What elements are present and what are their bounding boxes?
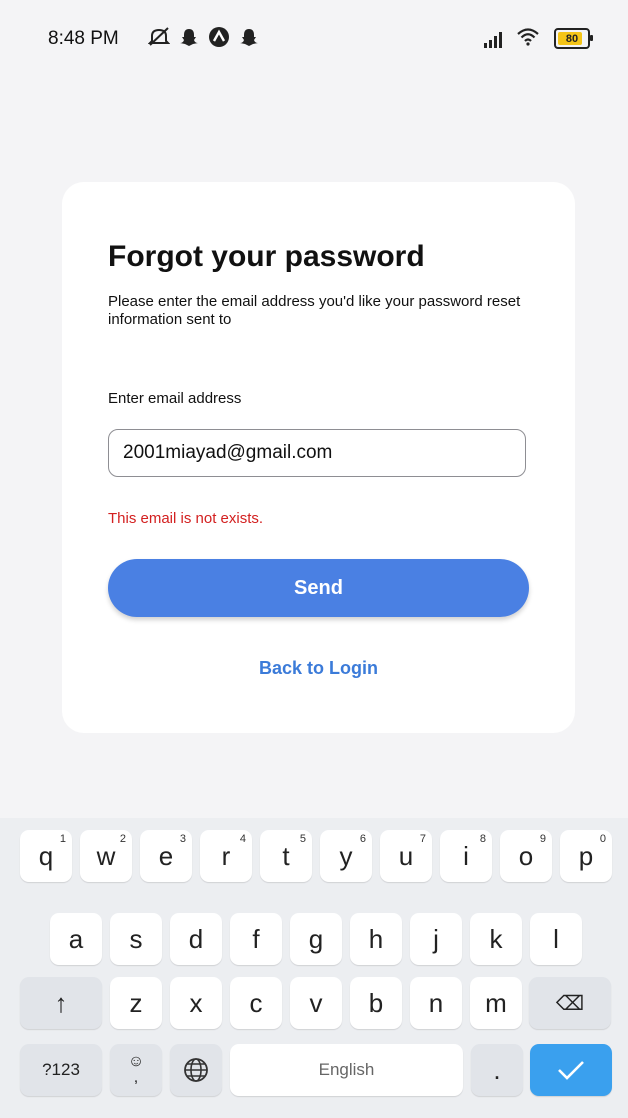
forgot-password-card: Forgot your password Please enter the em… <box>62 182 575 733</box>
status-bar: 8:48 PM 80 <box>0 0 628 80</box>
snapchat-icon <box>178 26 200 48</box>
key-r[interactable]: r4 <box>200 830 252 882</box>
key-k[interactable]: k <box>470 913 522 965</box>
key-label: i <box>463 840 469 871</box>
key-h[interactable]: h <box>350 913 402 965</box>
battery-level: 80 <box>565 32 579 45</box>
key-c[interactable]: c <box>230 977 282 1029</box>
emoji-icon: ☺ <box>127 1053 145 1070</box>
key-p[interactable]: p0 <box>560 830 612 882</box>
key-f[interactable]: f <box>230 913 282 965</box>
key-t[interactable]: t5 <box>260 830 312 882</box>
key-number-hint: 0 <box>599 833 606 845</box>
key-number-hint: 9 <box>539 833 546 845</box>
key-label: r <box>221 840 231 871</box>
space-key[interactable]: English <box>230 1044 463 1096</box>
battery-icon: 80 <box>554 28 593 49</box>
system-icons: 80 <box>484 26 593 51</box>
key-number-hint: 3 <box>179 833 186 845</box>
back-to-login-link[interactable]: Back to Login <box>62 658 575 679</box>
symbols-key[interactable]: ?123 <box>20 1044 102 1096</box>
key-g[interactable]: g <box>290 913 342 965</box>
keyboard-row-1: q1w2e3r4t5y6u7i8o9p0 <box>0 830 628 882</box>
key-number-hint: 2 <box>119 833 126 845</box>
key-x[interactable]: x <box>170 977 222 1029</box>
page-title: Forgot your password <box>108 240 425 273</box>
error-message: This email is not exists. <box>108 510 264 527</box>
key-number-hint: 1 <box>59 833 66 845</box>
key-number-hint: 6 <box>359 833 366 845</box>
expo-icon <box>208 26 230 48</box>
key-label: w <box>96 840 116 871</box>
key-i[interactable]: i8 <box>440 830 492 882</box>
globe-icon <box>184 1058 208 1082</box>
key-l[interactable]: l <box>530 913 582 965</box>
key-number-hint: 5 <box>299 833 306 845</box>
soft-keyboard: q1w2e3r4t5y6u7i8o9p0 asdfghjkl ↑ ⌫ zxcvb… <box>0 818 628 1118</box>
key-number-hint: 7 <box>419 833 426 845</box>
key-e[interactable]: e3 <box>140 830 192 882</box>
key-label: p <box>578 840 594 871</box>
emoji-comma-key[interactable]: ☺ , <box>110 1044 162 1096</box>
key-z[interactable]: z <box>110 977 162 1029</box>
keyboard-row-4: ?123 ☺ , English . <box>0 1044 628 1096</box>
snapchat-icon <box>238 26 260 48</box>
comma-label: , <box>133 1069 139 1086</box>
email-field[interactable] <box>108 429 526 477</box>
backspace-key[interactable]: ⌫ <box>529 977 611 1029</box>
key-label: q <box>38 840 54 871</box>
key-label: e <box>158 840 174 871</box>
status-time: 8:48 PM <box>48 28 119 49</box>
done-key[interactable] <box>530 1044 612 1096</box>
key-b[interactable]: b <box>350 977 402 1029</box>
key-q[interactable]: q1 <box>20 830 72 882</box>
key-number-hint: 8 <box>479 833 486 845</box>
key-n[interactable]: n <box>410 977 462 1029</box>
wifi-icon <box>516 26 540 51</box>
email-label: Enter email address <box>108 390 242 407</box>
key-w[interactable]: w2 <box>80 830 132 882</box>
key-m[interactable]: m <box>470 977 522 1029</box>
keyboard-row-2: asdfghjkl <box>0 913 628 965</box>
key-label: t <box>282 840 290 871</box>
key-a[interactable]: a <box>50 913 102 965</box>
mute-icon <box>148 26 170 48</box>
key-u[interactable]: u7 <box>380 830 432 882</box>
period-key[interactable]: . <box>471 1044 523 1096</box>
key-o[interactable]: o9 <box>500 830 552 882</box>
signal-icon <box>484 30 502 48</box>
key-y[interactable]: y6 <box>320 830 372 882</box>
key-s[interactable]: s <box>110 913 162 965</box>
notification-icons <box>148 26 260 48</box>
key-label: u <box>398 840 414 871</box>
keyboard-row-3: ↑ ⌫ zxcvbnm <box>0 977 628 1029</box>
send-button[interactable]: Send <box>108 559 529 617</box>
globe-key[interactable] <box>170 1044 222 1096</box>
instructions-text: Please enter the email address you'd lik… <box>108 293 521 328</box>
key-label: y <box>339 840 353 871</box>
key-d[interactable]: d <box>170 913 222 965</box>
checkmark-icon <box>558 1061 584 1080</box>
key-label: o <box>518 840 534 871</box>
key-v[interactable]: v <box>290 977 342 1029</box>
key-number-hint: 4 <box>239 833 246 845</box>
key-j[interactable]: j <box>410 913 462 965</box>
shift-key[interactable]: ↑ <box>20 977 102 1029</box>
